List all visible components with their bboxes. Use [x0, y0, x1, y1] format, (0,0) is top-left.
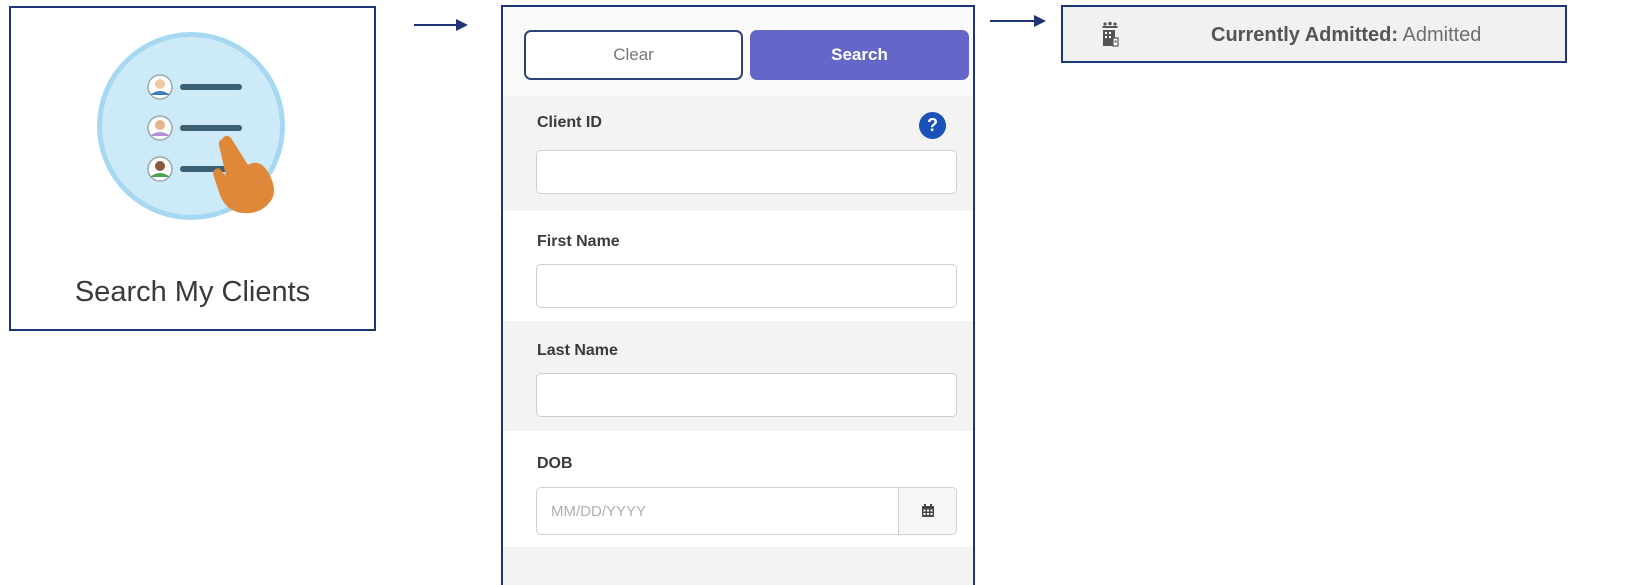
help-icon[interactable]: ?	[919, 112, 946, 139]
admission-status-banner: Currently Admitted: Admitted	[1061, 5, 1567, 63]
tile-label: Search My Clients	[74, 276, 311, 308]
dob-label: DOB	[537, 455, 573, 472]
building-people-icon	[1101, 21, 1119, 52]
calendar-icon[interactable]	[898, 488, 956, 534]
status-value: Admitted	[1402, 24, 1482, 46]
client-list-pointer-icon	[97, 32, 285, 220]
last-name-input[interactable]	[536, 373, 957, 417]
client-id-input[interactable]	[536, 150, 957, 194]
first-name-input[interactable]	[536, 264, 957, 308]
admission-status-text: Currently Admitted: Admitted	[1211, 24, 1481, 47]
flow-arrow	[414, 19, 468, 31]
client-id-label: Client ID	[537, 114, 602, 131]
next-field-stub	[503, 547, 973, 585]
status-key: Currently Admitted:	[1211, 24, 1399, 46]
client-search-panel: Clear Search Client ID ? First Name Last…	[501, 5, 975, 585]
search-my-clients-tile[interactable]: Search My Clients	[9, 6, 376, 331]
dob-field: DOB	[503, 431, 973, 547]
client-id-field: Client ID ?	[503, 96, 973, 211]
dob-date-picker	[536, 487, 957, 535]
last-name-field: Last Name	[503, 321, 973, 431]
first-name-field: First Name	[503, 211, 973, 321]
action-bar: Clear Search	[503, 7, 973, 96]
first-name-label: First Name	[537, 233, 620, 250]
dob-input[interactable]	[537, 488, 898, 534]
clear-button[interactable]: Clear	[524, 30, 743, 80]
flow-arrow	[990, 15, 1046, 27]
last-name-label: Last Name	[537, 342, 618, 359]
search-button[interactable]: Search	[750, 30, 969, 80]
